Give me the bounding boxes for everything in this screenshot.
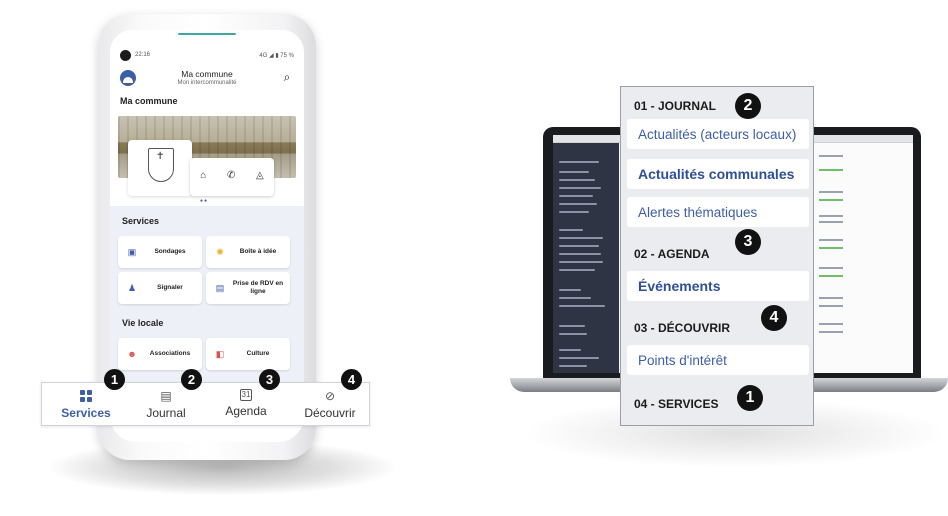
menu-item-alertes-thematiques[interactable]: Alertes thématiques [627,197,809,227]
section-title-vie-locale: Vie locale [122,318,164,328]
compass-icon: ⊘ [324,389,336,403]
services-section: Services ▣ Sondages ✺ Boîte à idée ♟ Sig… [110,206,304,382]
nav-label: Agenda [225,404,267,418]
home-icon[interactable]: ⌂ [200,170,206,184]
tile-culture[interactable]: ◧ Culture [206,338,290,370]
menu-section-services: 04 - SERVICES [634,397,719,411]
carousel-dots[interactable]: ●● [200,198,208,204]
crest-icon [148,148,174,182]
tile-label: Signaler [157,284,183,291]
desktop-menu-overlay: 01 - JOURNAL 2 Actualités (acteurs locau… [620,86,814,426]
contact-icons: ⌂ ✆ ◬ [190,170,274,184]
nav-label: Journal [146,406,186,420]
app-title[interactable]: Ma commune [110,69,304,79]
tile-boite-a-idee[interactable]: ✺ Boîte à idée [206,236,290,268]
group-icon: ☻ [127,349,137,359]
menu-item-actualites-acteurs-locaux[interactable]: Actualités (acteurs locaux) [627,119,809,149]
badge-4: 4 [341,369,362,390]
badge-decouvrir: 4 [761,305,787,331]
chat-icon: ▣ [127,247,137,257]
status-indicators: 4G ◢ ▮ 75 % [259,53,294,59]
tile-associations[interactable]: ☻ Associations [118,338,202,370]
laptop-sidebar [553,143,619,373]
tile-label: Boîte à idée [239,248,277,255]
journal-icon: ▤ [160,389,172,403]
badge-agenda: 3 [735,229,761,255]
badge-1: 1 [104,369,125,390]
calendar-31-icon: 31 [240,389,252,401]
stage: 22:16 4G ◢ ▮ 75 % Ma commune Mon interco… [0,0,948,516]
bell-icon[interactable]: ◬ [256,170,264,184]
theater-icon: ◧ [215,349,225,359]
person-icon: ♟ [127,283,137,293]
tile-label: Sondages [154,248,186,255]
status-time: 22:16 [135,52,151,58]
badge-services: 1 [737,385,763,411]
app-header: Ma commune Mon intercommunalité ⌕ [110,68,304,92]
menu-section-decouvrir: 03 - DÉCOUVRIR [634,321,731,335]
badge-3: 3 [259,369,280,390]
calendar-icon: ▤ [215,283,225,293]
badge-2: 2 [181,369,202,390]
contact-card: ⌂ ✆ ◬ [190,158,274,196]
nav-label: Services [61,406,111,420]
laptop-content-right [811,143,913,373]
tile-prise-de-rdv[interactable]: ▤ Prise de RDV en ligne [206,272,290,304]
grid-icon [80,390,92,402]
section-title-services: Services [122,216,160,226]
search-icon[interactable]: ⌕ [280,70,294,84]
bottom-nav: Services ▤ Journal 31 Agenda ⊘ Découvrir [41,382,370,426]
crest-card[interactable] [128,140,192,196]
tile-label: Culture [246,350,270,357]
lightbulb-icon: ✺ [216,247,224,257]
menu-item-evenements[interactable]: Événements [627,271,809,301]
tile-sondages[interactable]: ▣ Sondages [118,236,202,268]
nav-decouvrir[interactable]: ⊘ Découvrir [292,383,368,427]
badge-journal: 2 [735,93,761,119]
top-accent-line [178,33,236,35]
tile-label: Prise de RDV en ligne [232,280,284,295]
menu-item-points-d-interet[interactable]: Points d'intérêt [627,345,809,375]
camera-icon [120,50,131,61]
nav-label: Découvrir [304,406,356,420]
menu-item-actualites-communales[interactable]: Actualités communales [627,159,809,189]
tile-label: Associations [149,350,191,357]
menu-section-journal: 01 - JOURNAL [634,99,717,113]
status-bar: 22:16 4G ◢ ▮ 75 % [120,50,294,62]
app-subtitle[interactable]: Mon intercommunalité [110,80,304,86]
menu-section-agenda: 02 - AGENDA [634,247,710,261]
section-title-commune: Ma commune [120,96,178,106]
tile-signaler[interactable]: ♟ Signaler [118,272,202,304]
phone-icon[interactable]: ✆ [227,170,235,184]
